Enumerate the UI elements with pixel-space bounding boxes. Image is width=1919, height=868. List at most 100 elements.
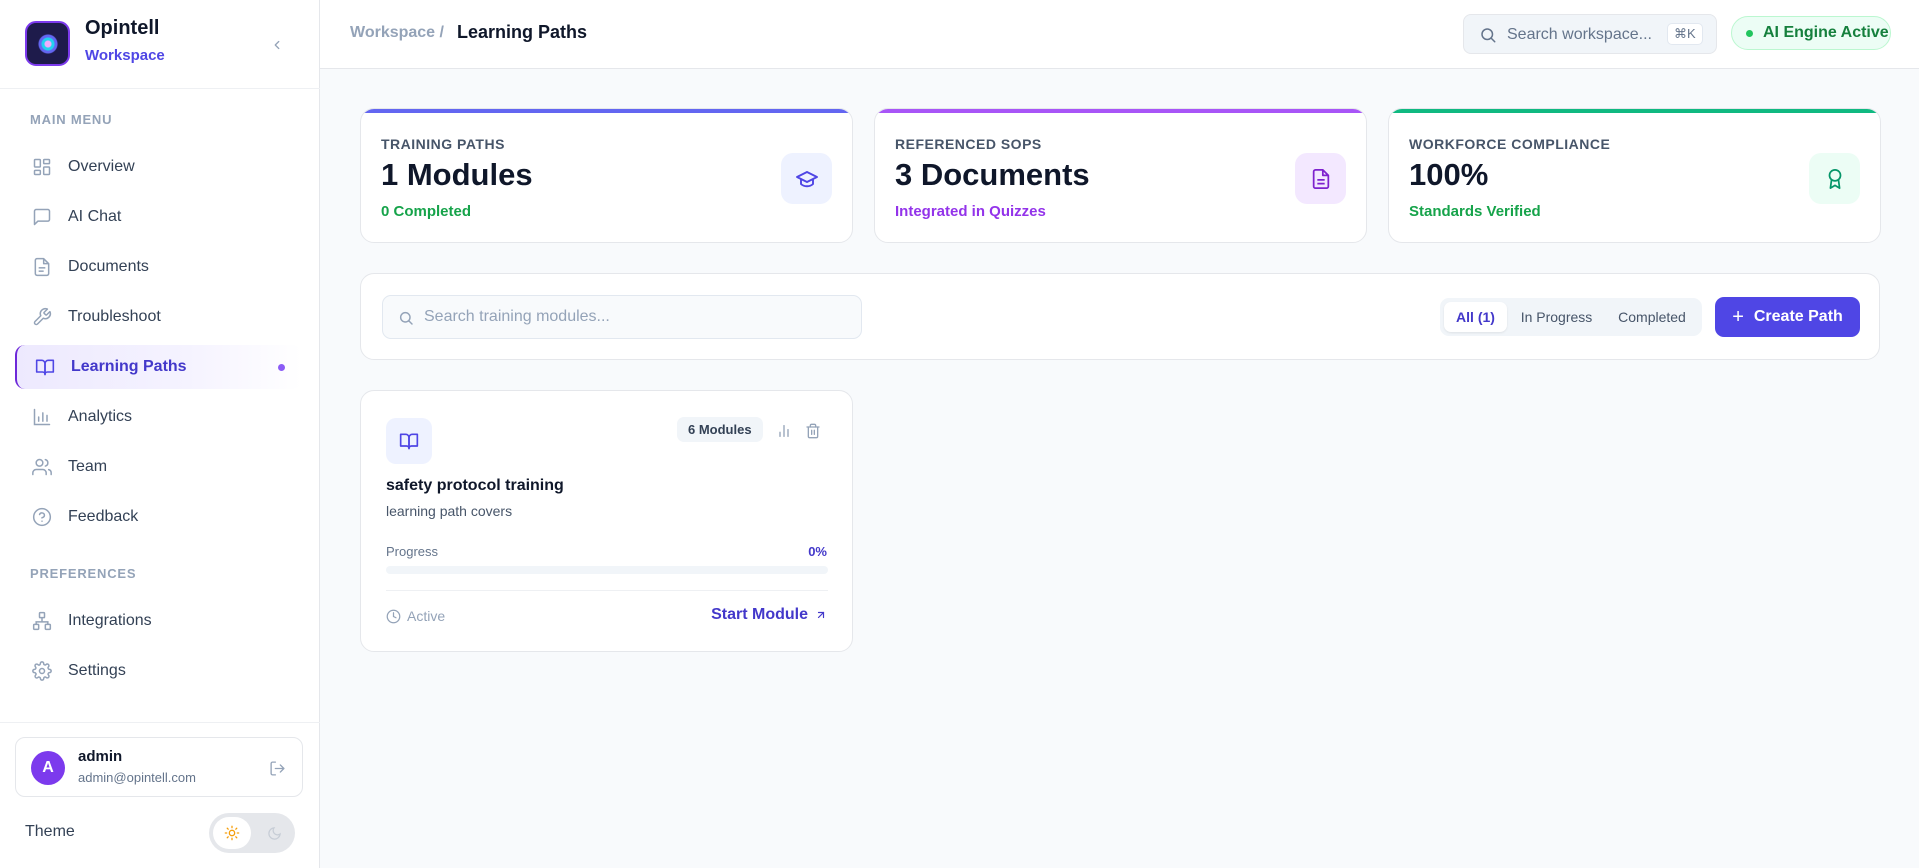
module-search[interactable] (382, 295, 862, 339)
stat-label: TRAINING PATHS (381, 136, 505, 152)
wrench-icon (32, 307, 52, 327)
user-card[interactable]: A admin admin@opintell.com (15, 737, 303, 797)
stat-accent-bar (875, 109, 1366, 113)
sidebar-item-feedback[interactable]: Feedback (15, 495, 302, 539)
start-module-link[interactable]: Start Module (711, 606, 827, 624)
award-icon (1809, 153, 1860, 204)
chevron-left-icon (274, 40, 280, 50)
user-name: admin (78, 748, 123, 765)
preferences-label: PREFERENCES (30, 566, 137, 581)
sidebar-footer-divider (0, 722, 320, 723)
ai-engine-status-text: AI Engine Active (1763, 24, 1889, 41)
stat-card-referenced-sops: REFERENCED SOPS 3 Documents Integrated i… (874, 108, 1367, 243)
brand-name: Opintell (85, 17, 160, 39)
breadcrumb-workspace[interactable]: Workspace / (350, 24, 444, 42)
sidebar-item-documents[interactable]: Documents (15, 245, 302, 289)
sun-icon (224, 825, 240, 841)
gear-icon (32, 661, 52, 681)
learning-path-card: 6 Modules safety protocol training learn… (360, 390, 853, 652)
delete-button[interactable] (803, 421, 823, 441)
search-icon (399, 311, 413, 325)
sidebar-item-integrations[interactable]: Integrations (15, 599, 302, 643)
sidebar-item-label: Analytics (68, 408, 133, 425)
sidebar-item-learning-paths[interactable]: Learning Paths (15, 345, 302, 389)
path-description: learning path covers (386, 503, 513, 519)
sidebar-item-label: Integrations (68, 612, 152, 629)
main-menu-label: MAIN MENU (30, 112, 113, 127)
status-filter-tabs: All (1) In Progress Completed (1440, 298, 1702, 336)
start-module-label: Start Module (711, 606, 808, 623)
light-mode-button[interactable] (213, 817, 251, 849)
tab-all[interactable]: All (1) (1444, 302, 1507, 332)
dark-mode-button[interactable] (257, 817, 291, 849)
path-title: safety protocol training (386, 477, 564, 494)
sidebar-item-label: Settings (68, 662, 126, 679)
filter-bar: All (1) In Progress Completed + Create P… (360, 273, 1880, 360)
sidebar-item-label: Overview (68, 158, 135, 175)
tab-in-progress[interactable]: In Progress (1509, 302, 1604, 332)
stat-value: 1 Modules (381, 157, 533, 192)
analytics-button[interactable] (774, 421, 794, 441)
workspace-search[interactable]: Search workspace... ⌘K (1463, 14, 1717, 54)
sidebar-item-team[interactable]: Team (15, 445, 302, 489)
progress-bar (386, 566, 828, 574)
sidebar-item-analytics[interactable]: Analytics (15, 395, 302, 439)
stat-accent-bar (361, 109, 852, 113)
sidebar-item-overview[interactable]: Overview (15, 145, 302, 189)
users-icon (32, 457, 52, 477)
stat-label: REFERENCED SOPS (895, 136, 1042, 152)
status-dot (1746, 29, 1753, 37)
page-title: Learning Paths (457, 22, 588, 42)
sidebar-item-label: Documents (68, 258, 149, 275)
brand-subtitle: Workspace (85, 47, 165, 64)
help-circle-icon (32, 507, 52, 527)
stat-subtext: Integrated in Quizzes (895, 203, 1046, 220)
workspace-search-placeholder: Search workspace... (1507, 26, 1652, 43)
divider (386, 590, 828, 591)
sidebar-item-label: AI Chat (68, 208, 122, 225)
sidebar-item-ai-chat[interactable]: AI Chat (15, 195, 302, 239)
search-shortcut: ⌘K (1667, 23, 1703, 45)
bar-chart-icon (779, 425, 789, 437)
theme-toggle[interactable] (209, 813, 295, 853)
tab-completed[interactable]: Completed (1606, 302, 1698, 332)
ai-engine-status-badge: AI Engine Active (1731, 16, 1891, 50)
document-icon (32, 257, 52, 277)
create-path-button[interactable]: + Create Path (1715, 297, 1860, 337)
bar-chart-icon (32, 407, 52, 427)
sidebar-item-label: Learning Paths (71, 358, 187, 375)
book-icon (386, 418, 432, 464)
theme-label: Theme (25, 823, 75, 840)
sidebar: Opintell Workspace MAIN MENU Overview AI… (0, 0, 320, 868)
arrow-up-right-icon (817, 611, 825, 619)
module-count-badge: 6 Modules (677, 417, 763, 442)
active-indicator-dot (278, 363, 285, 371)
path-status: Active (386, 608, 445, 624)
top-bar: Workspace / Learning Paths Search worksp… (320, 0, 1919, 69)
path-status-text: Active (407, 608, 446, 624)
logout-icon (269, 760, 285, 776)
clock-icon (386, 609, 401, 623)
stat-card-workforce-compliance: WORKFORCE COMPLIANCE 100% Standards Veri… (1388, 108, 1881, 243)
sidebar-item-label: Feedback (68, 508, 139, 525)
stat-subtext: 0 Completed (381, 203, 472, 220)
module-search-input[interactable] (424, 296, 854, 338)
file-text-icon (1295, 153, 1346, 204)
collapse-sidebar-button[interactable] (266, 34, 288, 56)
logout-button[interactable] (266, 757, 288, 779)
user-email: admin@opintell.com (78, 770, 196, 785)
stat-value: 3 Documents (895, 157, 1090, 192)
book-icon (35, 357, 55, 377)
chat-icon (32, 207, 52, 227)
plus-icon: + (1732, 306, 1744, 328)
brand-logo (25, 21, 70, 66)
moon-icon (267, 826, 281, 840)
stat-value: 100% (1409, 157, 1489, 192)
progress-label: Progress (386, 544, 439, 559)
trash-icon (806, 423, 820, 439)
search-icon (1481, 28, 1496, 43)
sidebar-item-troubleshoot[interactable]: Troubleshoot (15, 295, 302, 339)
stat-accent-bar (1389, 109, 1880, 113)
sidebar-item-settings[interactable]: Settings (15, 649, 302, 693)
avatar: A (31, 751, 65, 785)
